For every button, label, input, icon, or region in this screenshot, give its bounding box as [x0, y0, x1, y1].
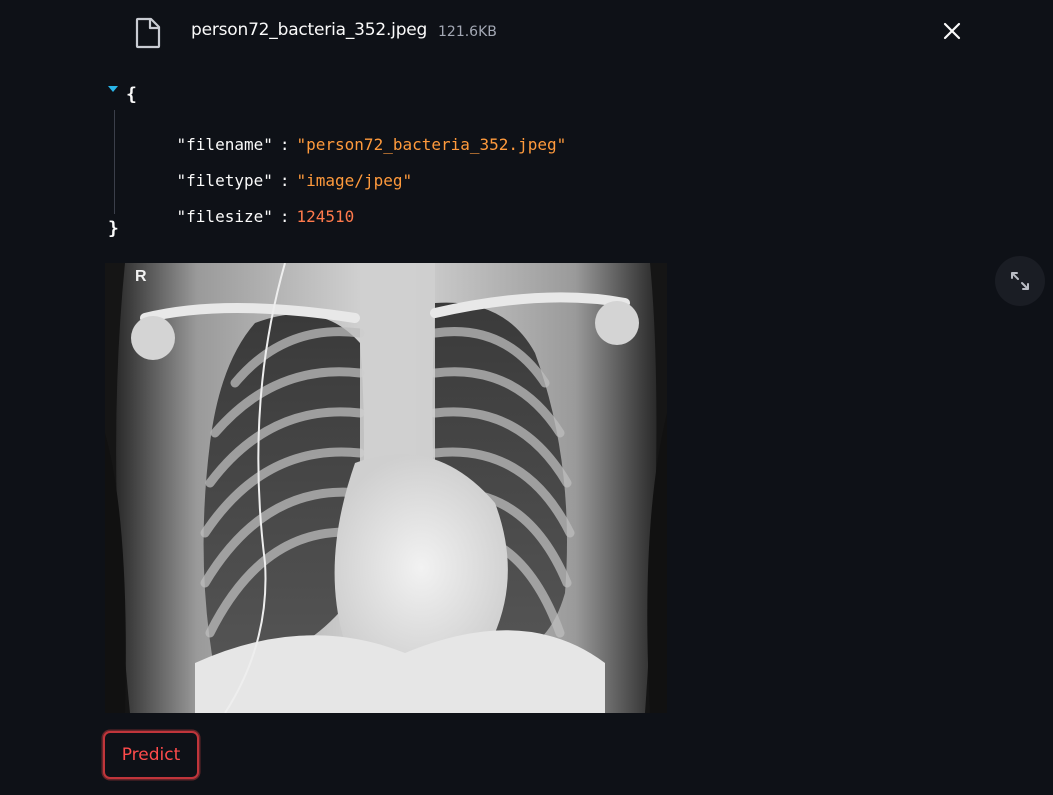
json-open-brace: { [126, 84, 137, 105]
xray-corner-marker: R [135, 268, 147, 285]
json-indent-guide [114, 110, 115, 214]
file-icon [135, 17, 161, 49]
collapse-caret-icon[interactable] [108, 86, 118, 92]
close-icon[interactable] [938, 17, 966, 45]
json-colon: : [279, 207, 290, 226]
uploaded-file-size: 121.6KB [438, 24, 497, 40]
json-key: "filesize" [176, 207, 273, 226]
predict-button[interactable]: Predict [103, 731, 199, 779]
uploaded-file-row: person72_bacteria_352.jpeg 121.6KB [0, 0, 1053, 62]
fullscreen-button[interactable] [995, 256, 1045, 306]
uploaded-file-name: person72_bacteria_352.jpeg [191, 20, 428, 40]
json-value: 124510 [296, 207, 355, 226]
expand-icon [1011, 272, 1029, 290]
json-entry-filesize: "filesize":124510 [138, 188, 355, 245]
xray-image: R [105, 263, 667, 713]
json-close-brace: } [108, 218, 119, 239]
